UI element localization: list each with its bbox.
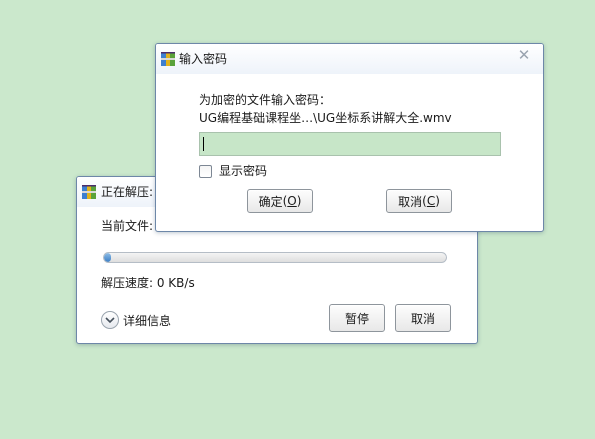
password-dialog: 输入密码 ✕ 为加密的文件输入密码： UG编程基础课程坐…\UG坐标系讲解大全.… [155, 43, 544, 232]
details-expand-button[interactable] [101, 311, 119, 329]
ok-button[interactable]: 确定(O) [247, 189, 313, 213]
extract-speed-label: 解压速度: 0 KB/s [101, 276, 195, 290]
chevron-down-icon [105, 317, 115, 324]
show-password-label[interactable]: 显示密码 [219, 164, 267, 178]
winrar-app-icon [82, 185, 96, 199]
current-file-label: 当前文件: [101, 219, 154, 233]
close-icon[interactable]: ✕ [513, 46, 535, 64]
extract-progress-fill [104, 253, 111, 262]
extract-dialog-title: 正在解压: [101, 185, 154, 199]
show-password-checkbox[interactable] [199, 165, 212, 178]
extract-cancel-label: 取消 [410, 311, 435, 326]
pause-button-label: 暂停 [344, 311, 369, 326]
archive-file-path: UG编程基础课程坐…\UG坐标系讲解大全.wmv [199, 111, 452, 125]
ok-button-label: 确定 [258, 194, 283, 209]
cancel-paren-close: ) [435, 194, 440, 208]
cancel-mnemonic: C [426, 194, 436, 208]
ok-mnemonic: O [287, 194, 297, 208]
pause-button[interactable]: 暂停 [329, 304, 385, 332]
password-input[interactable] [199, 132, 501, 156]
details-label[interactable]: 详细信息 [123, 314, 171, 328]
extract-progress-bar [103, 252, 447, 263]
password-dialog-title: 输入密码 [179, 52, 228, 66]
desktop: 正在解压: 当前文件: 解压速度: 0 KB/s 详细信息 暂停 取消 输入密码… [0, 0, 595, 439]
ok-paren-close: ) [296, 194, 302, 208]
extract-cancel-button[interactable]: 取消 [395, 304, 451, 332]
cancel-button-label: 取消 [398, 194, 423, 209]
password-titlebar[interactable]: 输入密码 ✕ [156, 44, 543, 74]
cancel-button[interactable]: 取消(C) [386, 189, 452, 213]
text-caret [203, 137, 204, 151]
winrar-app-icon [161, 52, 175, 66]
password-prompt: 为加密的文件输入密码： [199, 93, 332, 107]
